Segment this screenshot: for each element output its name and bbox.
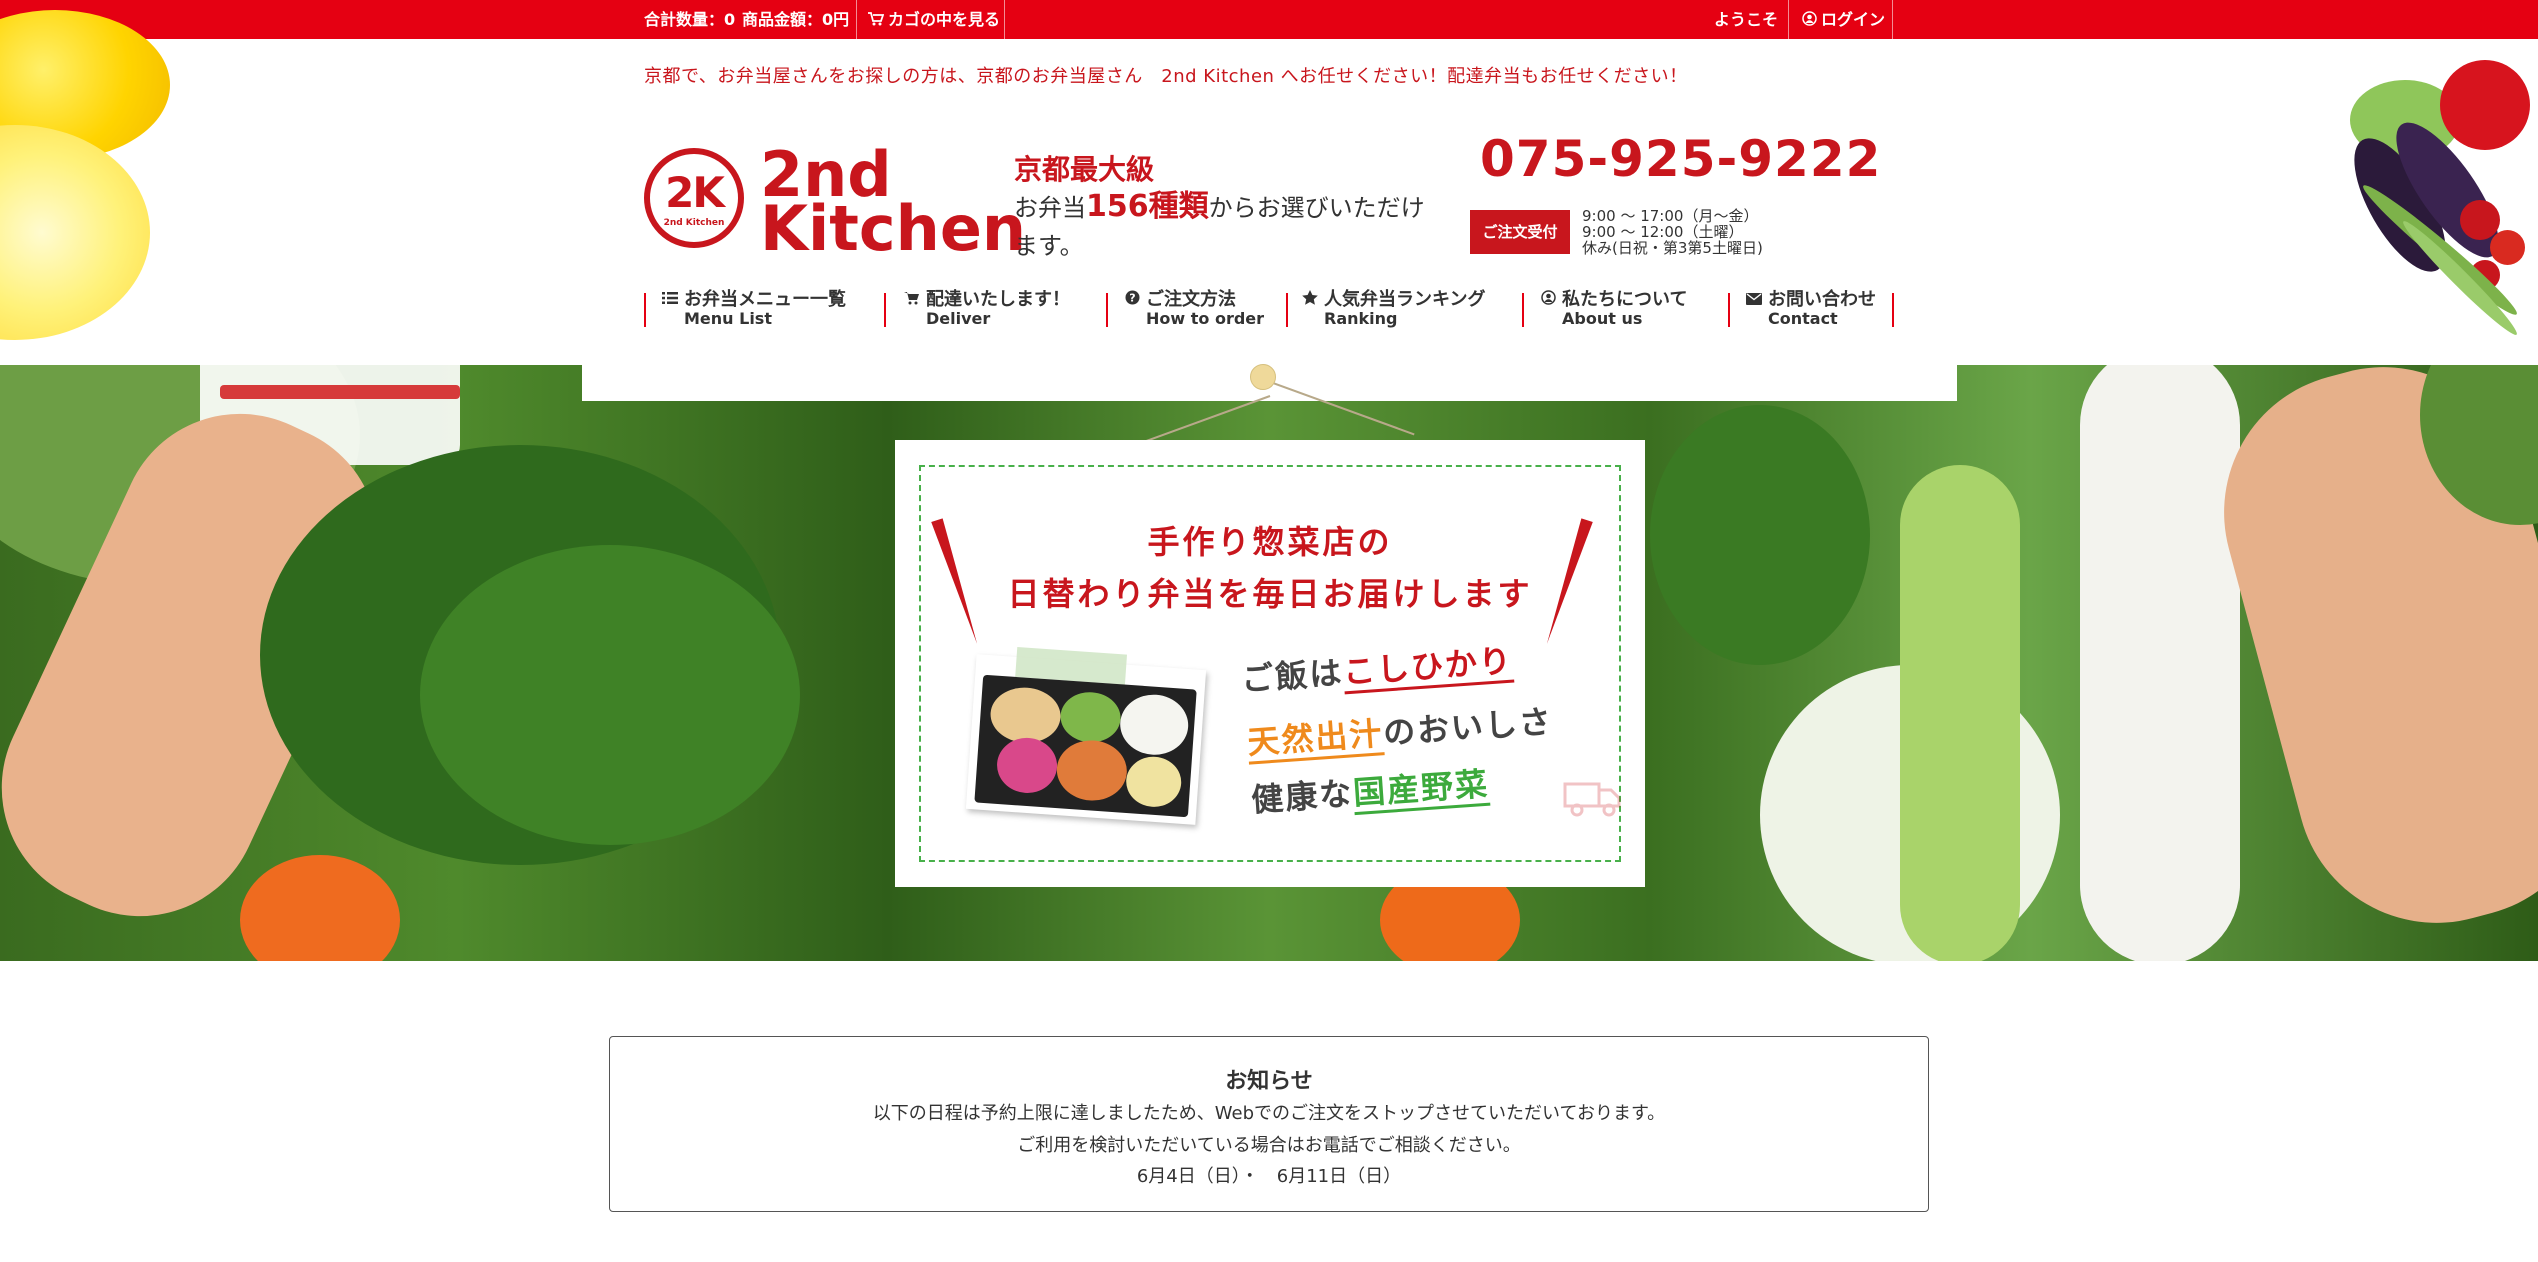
nav-menu-list[interactable]: お弁当メニュー一覧 Menu List	[660, 289, 846, 327]
order-hours-badge: ご注文受付	[1470, 210, 1570, 254]
top-bar: 合計数量：0 商品金額：0円 カゴの中を見る ようこそ ログイン	[0, 0, 2538, 39]
hero-card-frame: 手作り惣菜店の 日替わり弁当を毎日お届けします ご飯はこしひかり 天然出汁のおい…	[919, 465, 1621, 862]
logo-mark: 2K 2nd Kitchen	[644, 148, 744, 248]
cart-icon	[902, 289, 922, 311]
topbar-divider	[1892, 0, 1893, 39]
logo-mark-text: 2K	[665, 168, 725, 217]
topbar-divider	[1004, 0, 1005, 39]
notice-dates: 6月4日（日）・ 6月11日（日）	[1136, 1166, 1402, 1187]
notice-title: お知らせ	[1225, 1069, 1313, 1094]
nav-contact[interactable]: お問い合わせ Contact	[1744, 289, 1876, 327]
logo-mark-subtext: 2nd Kitchen	[663, 218, 725, 228]
nav-how-to-order[interactable]: ? ご注文方法 How to order	[1122, 289, 1264, 327]
notice-line-1: 以下の日程は予約上限に達しましたため、Webでのご注文をストップさせていただいて…	[872, 1103, 1666, 1124]
nav-about-us[interactable]: 私たちについて About us	[1538, 289, 1687, 327]
site-tagline: 京都で、お弁当屋さんをお探しの方は、京都のお弁当屋さん 2nd Kitchen …	[644, 66, 1688, 87]
truck-icon	[1563, 780, 1623, 818]
login-link[interactable]: ログイン	[1802, 0, 1885, 39]
menu-count: 156種類	[1086, 189, 1209, 224]
phone-number[interactable]: 075-925-9222	[1480, 130, 1881, 188]
cart-icon	[868, 1, 885, 40]
login-label: ログイン	[1821, 10, 1886, 29]
user-icon	[1802, 1, 1817, 40]
notice-line-2: ご利用を検討いただいている場合はお電話でご相談ください。	[1017, 1135, 1521, 1156]
feature-vegetables: 健康な国産野菜	[1250, 764, 1491, 820]
feature-dashi: 天然出汁のおいしさ	[1246, 696, 1554, 765]
nav-divider	[1522, 293, 1524, 327]
lemon-slice-decoration	[0, 125, 150, 340]
logo-word-kitchen: Kitchen	[760, 192, 1027, 265]
business-hours: 9:00 ～ 17:00（月～金） 9:00 ～ 12:00（土曜） 休み(日祝…	[1582, 207, 1763, 257]
view-cart-label: カゴの中を見る	[888, 10, 1001, 29]
envelope-icon	[1744, 289, 1764, 311]
nav-deliver[interactable]: 配達いたします！ Deliver	[902, 289, 1070, 327]
list-icon	[660, 289, 680, 311]
nav-ranking[interactable]: 人気弁当ランキング Ranking	[1300, 289, 1485, 327]
welcome-text: ようこそ	[1714, 10, 1779, 29]
star-icon	[1300, 289, 1320, 311]
cart-total-count: 合計数量：0	[644, 10, 736, 29]
topbar-divider	[1788, 0, 1789, 39]
nav-divider	[1106, 293, 1108, 327]
nav-divider	[644, 293, 646, 327]
feature-rice: ご飯はこしひかり	[1240, 641, 1515, 699]
catch-body: お弁当156種類からお選びいただけます。	[1014, 189, 1425, 260]
vegetables-decoration	[2320, 40, 2538, 365]
topbar-divider	[856, 0, 857, 39]
hero-headline-2: 日替わり弁当を毎日お届けします	[1007, 575, 1533, 613]
nav-divider	[1728, 293, 1730, 327]
view-cart-link[interactable]: カゴの中を見る	[868, 0, 1000, 39]
hanger-pin	[1250, 364, 1276, 390]
cart-total-price: 商品金額：0円	[742, 10, 850, 29]
notice-box: お知らせ 以下の日程は予約上限に達しましたため、Webでのご注文をストップさせて…	[609, 1036, 1929, 1212]
hero-headline-1: 手作り惣菜店の	[1147, 523, 1393, 561]
question-icon: ?	[1122, 289, 1142, 311]
nav-divider	[1892, 293, 1894, 327]
user-circle-icon	[1538, 289, 1558, 311]
hero-card: 手作り惣菜店の 日替わり弁当を毎日お届けします ご飯はこしひかり 天然出汁のおい…	[895, 440, 1645, 887]
svg-text:?: ?	[1129, 292, 1135, 305]
nav-divider	[1286, 293, 1288, 327]
nav-divider	[884, 293, 886, 327]
catch-title: 京都最大級	[1014, 153, 1155, 186]
bento-photo	[965, 646, 1207, 825]
